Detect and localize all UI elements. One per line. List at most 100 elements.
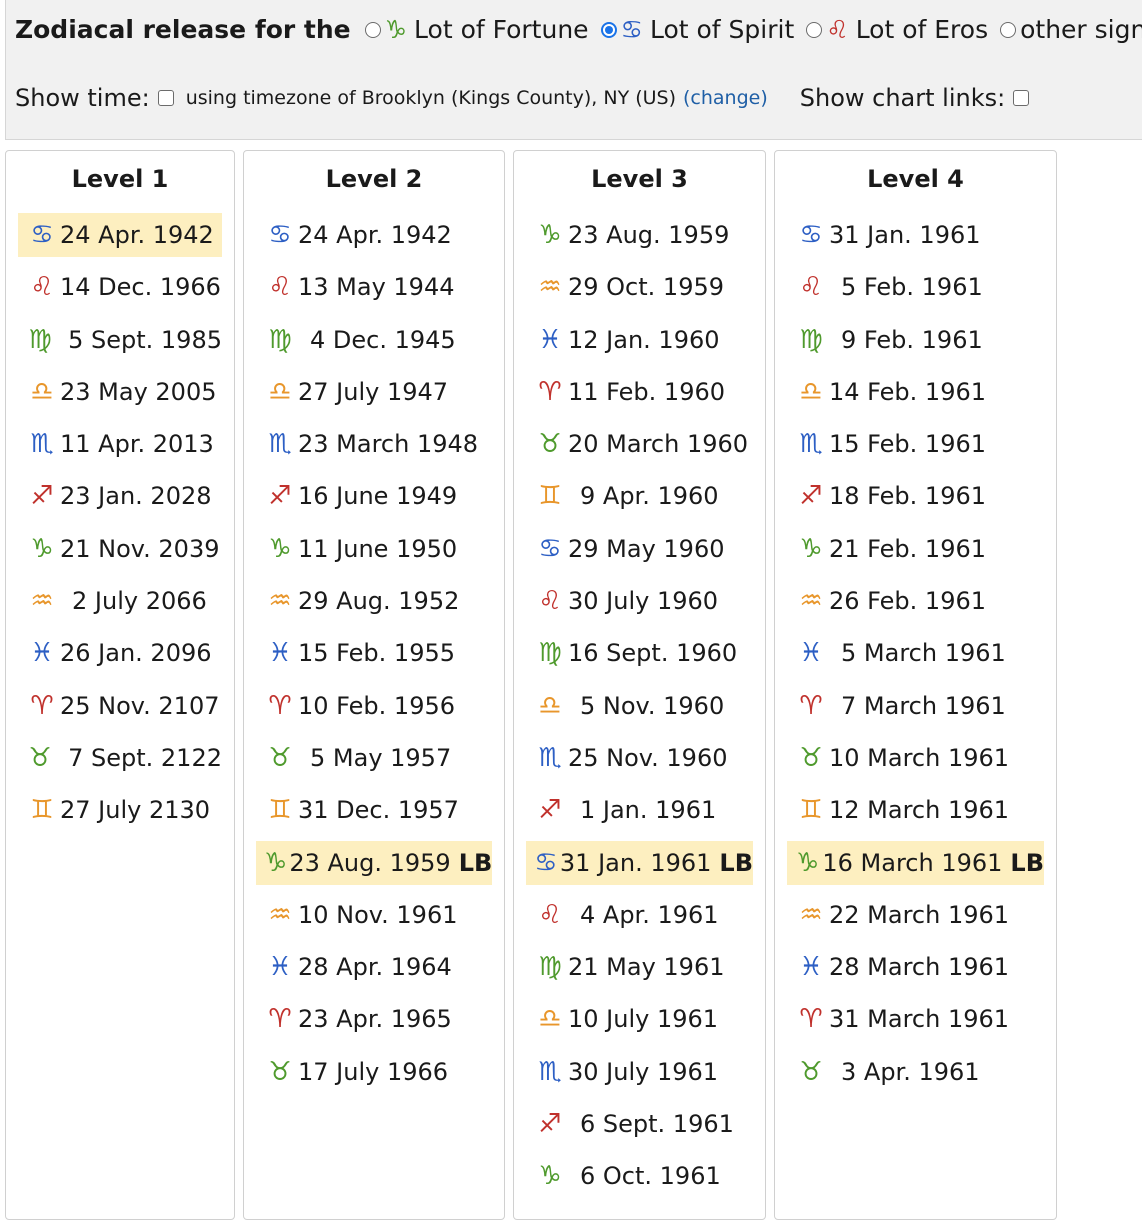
period-date: 4 Apr. 1961 bbox=[580, 900, 719, 929]
period-row: ♊ 31 Dec. 1957 bbox=[256, 788, 492, 832]
period-date: 5 Sept. 1985 bbox=[68, 325, 222, 354]
period-date: 9 Feb. 1961 bbox=[841, 325, 983, 354]
period-row: ♉ 5 May 1957 bbox=[256, 736, 492, 780]
sagittarius-icon: ♐ bbox=[799, 481, 823, 512]
cancer-icon: ♋ bbox=[534, 847, 558, 878]
period-row: ♏ 15 Feb. 1961 bbox=[787, 422, 1044, 466]
period-date: 5 May 1957 bbox=[310, 743, 452, 772]
period-row: ♎ 23 May 2005 bbox=[18, 370, 222, 414]
aries-icon: ♈ bbox=[30, 690, 54, 721]
period-row: ♐ 1 Jan. 1961 bbox=[526, 788, 753, 832]
libra-icon: ♎ bbox=[538, 690, 562, 721]
period-date: 23 Apr. 1965 bbox=[298, 1005, 452, 1034]
radio-lot-of-spirit[interactable] bbox=[600, 21, 617, 38]
period-date: 23 Aug. 1959 bbox=[289, 848, 451, 877]
period-date: 23 March 1948 bbox=[298, 430, 479, 459]
taurus-icon: ♉ bbox=[268, 1056, 292, 1087]
capricorn-icon: ♑ bbox=[264, 847, 288, 878]
period-row: ♊ 9 Apr. 1960 bbox=[526, 474, 753, 518]
period-row: ♉ 3 Apr. 1961 bbox=[787, 1050, 1044, 1094]
period-date: 11 June 1950 bbox=[298, 534, 458, 563]
period-row: ♏ 11 Apr. 2013 bbox=[18, 422, 222, 466]
period-row: ♋ 24 Apr. 1942 bbox=[256, 213, 492, 257]
period-date: 3 Apr. 1961 bbox=[841, 1057, 980, 1086]
radio-other-sign[interactable] bbox=[1000, 21, 1017, 38]
leo-icon: ♌ bbox=[538, 899, 562, 930]
pisces-icon: ♓ bbox=[268, 952, 292, 983]
period-date: 6 Oct. 1961 bbox=[580, 1162, 721, 1191]
period-row: ♐ 23 Jan. 2028 bbox=[18, 474, 222, 518]
option-label: other sign bbox=[1020, 15, 1142, 44]
period-row: ♋ 31 Jan. 1961 bbox=[787, 213, 1044, 257]
period-row: ♈ 7 March 1961 bbox=[787, 684, 1044, 728]
period-row: ♑ 23 Aug. 1959 bbox=[526, 213, 753, 257]
period-row: ♎ 5 Nov. 1960 bbox=[526, 684, 753, 728]
show-chart-links-checkbox[interactable] bbox=[1013, 90, 1030, 106]
period-date: 12 Jan. 1960 bbox=[568, 325, 720, 354]
period-row: ♋ 24 Apr. 1942 bbox=[18, 213, 222, 257]
period-date: 5 Feb. 1961 bbox=[841, 273, 983, 302]
period-date: 31 Jan. 1961 bbox=[829, 221, 981, 249]
taurus-icon: ♉ bbox=[799, 742, 823, 773]
option-label: Lot of Fortune bbox=[414, 15, 589, 44]
period-row: ♉ 20 March 1960 bbox=[526, 422, 753, 466]
libra-icon: ♎ bbox=[268, 376, 292, 407]
period-date: 29 May 1960 bbox=[568, 534, 725, 563]
cancer-icon: ♋ bbox=[30, 220, 54, 250]
cancer-icon: ♋ bbox=[620, 15, 643, 44]
option-other-sign[interactable]: other sign bbox=[1000, 15, 1142, 44]
radio-lot-of-fortune[interactable] bbox=[364, 21, 381, 38]
aquarius-icon: ♒ bbox=[30, 586, 54, 617]
period-row: ♈ 10 Feb. 1956 bbox=[256, 684, 492, 728]
period-row: ♐ 6 Sept. 1961 bbox=[526, 1102, 753, 1146]
period-row: ♈ 23 Apr. 1965 bbox=[256, 997, 492, 1041]
period-row: ♈ 25 Nov. 2107 bbox=[18, 684, 222, 728]
period-row: ♒ 22 March 1961 bbox=[787, 893, 1044, 937]
scorpio-icon: ♏ bbox=[538, 1056, 562, 1087]
leo-icon: ♌ bbox=[826, 15, 849, 44]
period-date: 14 Dec. 1966 bbox=[60, 273, 221, 302]
period-date: 27 July 1947 bbox=[298, 377, 449, 406]
capricorn-icon: ♑ bbox=[268, 533, 292, 564]
loosing-of-bond-badge: LB bbox=[458, 848, 493, 877]
taurus-icon: ♉ bbox=[268, 742, 292, 773]
period-row: ♉ 10 March 1961 bbox=[787, 736, 1044, 780]
period-date: 29 Oct. 1959 bbox=[568, 273, 724, 302]
period-row: ♏ 25 Nov. 1960 bbox=[526, 736, 753, 780]
change-timezone-link[interactable]: (change) bbox=[683, 87, 768, 109]
period-date: 26 Jan. 2096 bbox=[60, 639, 212, 668]
aries-icon: ♈ bbox=[268, 690, 292, 721]
period-row: ♎ 27 July 1947 bbox=[256, 370, 492, 414]
period-date: 13 May 1944 bbox=[298, 273, 455, 302]
show-time-label: Show time: bbox=[15, 84, 150, 112]
leo-icon: ♌ bbox=[799, 272, 823, 303]
period-date: 28 March 1961 bbox=[829, 953, 1010, 982]
period-date: 6 Sept. 1961 bbox=[580, 1110, 734, 1139]
period-date: 31 Jan. 1961 bbox=[559, 848, 712, 877]
period-row: ♓ 26 Jan. 2096 bbox=[18, 631, 222, 675]
period-date: 10 Nov. 1961 bbox=[298, 900, 458, 929]
period-row: ♎ 10 July 1961 bbox=[526, 997, 753, 1041]
period-date: 25 Nov. 1960 bbox=[568, 743, 728, 772]
option-lot-of-eros[interactable]: ♌ Lot of Eros bbox=[806, 15, 988, 44]
gemini-icon: ♊ bbox=[268, 795, 292, 826]
sagittarius-icon: ♐ bbox=[538, 795, 562, 826]
period-row: ♓ 12 Jan. 1960 bbox=[526, 318, 753, 362]
column-title: Level 4 bbox=[867, 165, 964, 193]
period-date: 10 July 1961 bbox=[568, 1005, 719, 1034]
sagittarius-icon: ♐ bbox=[268, 481, 292, 512]
period-date: 7 March 1961 bbox=[841, 691, 1006, 720]
scorpio-icon: ♏ bbox=[268, 429, 292, 460]
show-time-checkbox[interactable] bbox=[157, 90, 174, 106]
column-title: Level 2 bbox=[325, 165, 423, 193]
period-date: 10 March 1961 bbox=[829, 743, 1010, 772]
period-row: ♉ 17 July 1966 bbox=[256, 1050, 492, 1094]
option-lot-of-fortune[interactable]: ♑ Lot of Fortune bbox=[364, 15, 589, 44]
capricorn-icon: ♑ bbox=[30, 533, 54, 564]
sagittarius-icon: ♐ bbox=[538, 1109, 562, 1140]
period-date: 21 Feb. 1961 bbox=[829, 534, 986, 563]
period-date: 15 Feb. 1955 bbox=[298, 639, 455, 668]
radio-lot-of-eros[interactable] bbox=[806, 21, 823, 38]
period-date: 22 March 1961 bbox=[829, 900, 1010, 929]
option-lot-of-spirit[interactable]: ♋ Lot of Spirit bbox=[600, 15, 794, 44]
